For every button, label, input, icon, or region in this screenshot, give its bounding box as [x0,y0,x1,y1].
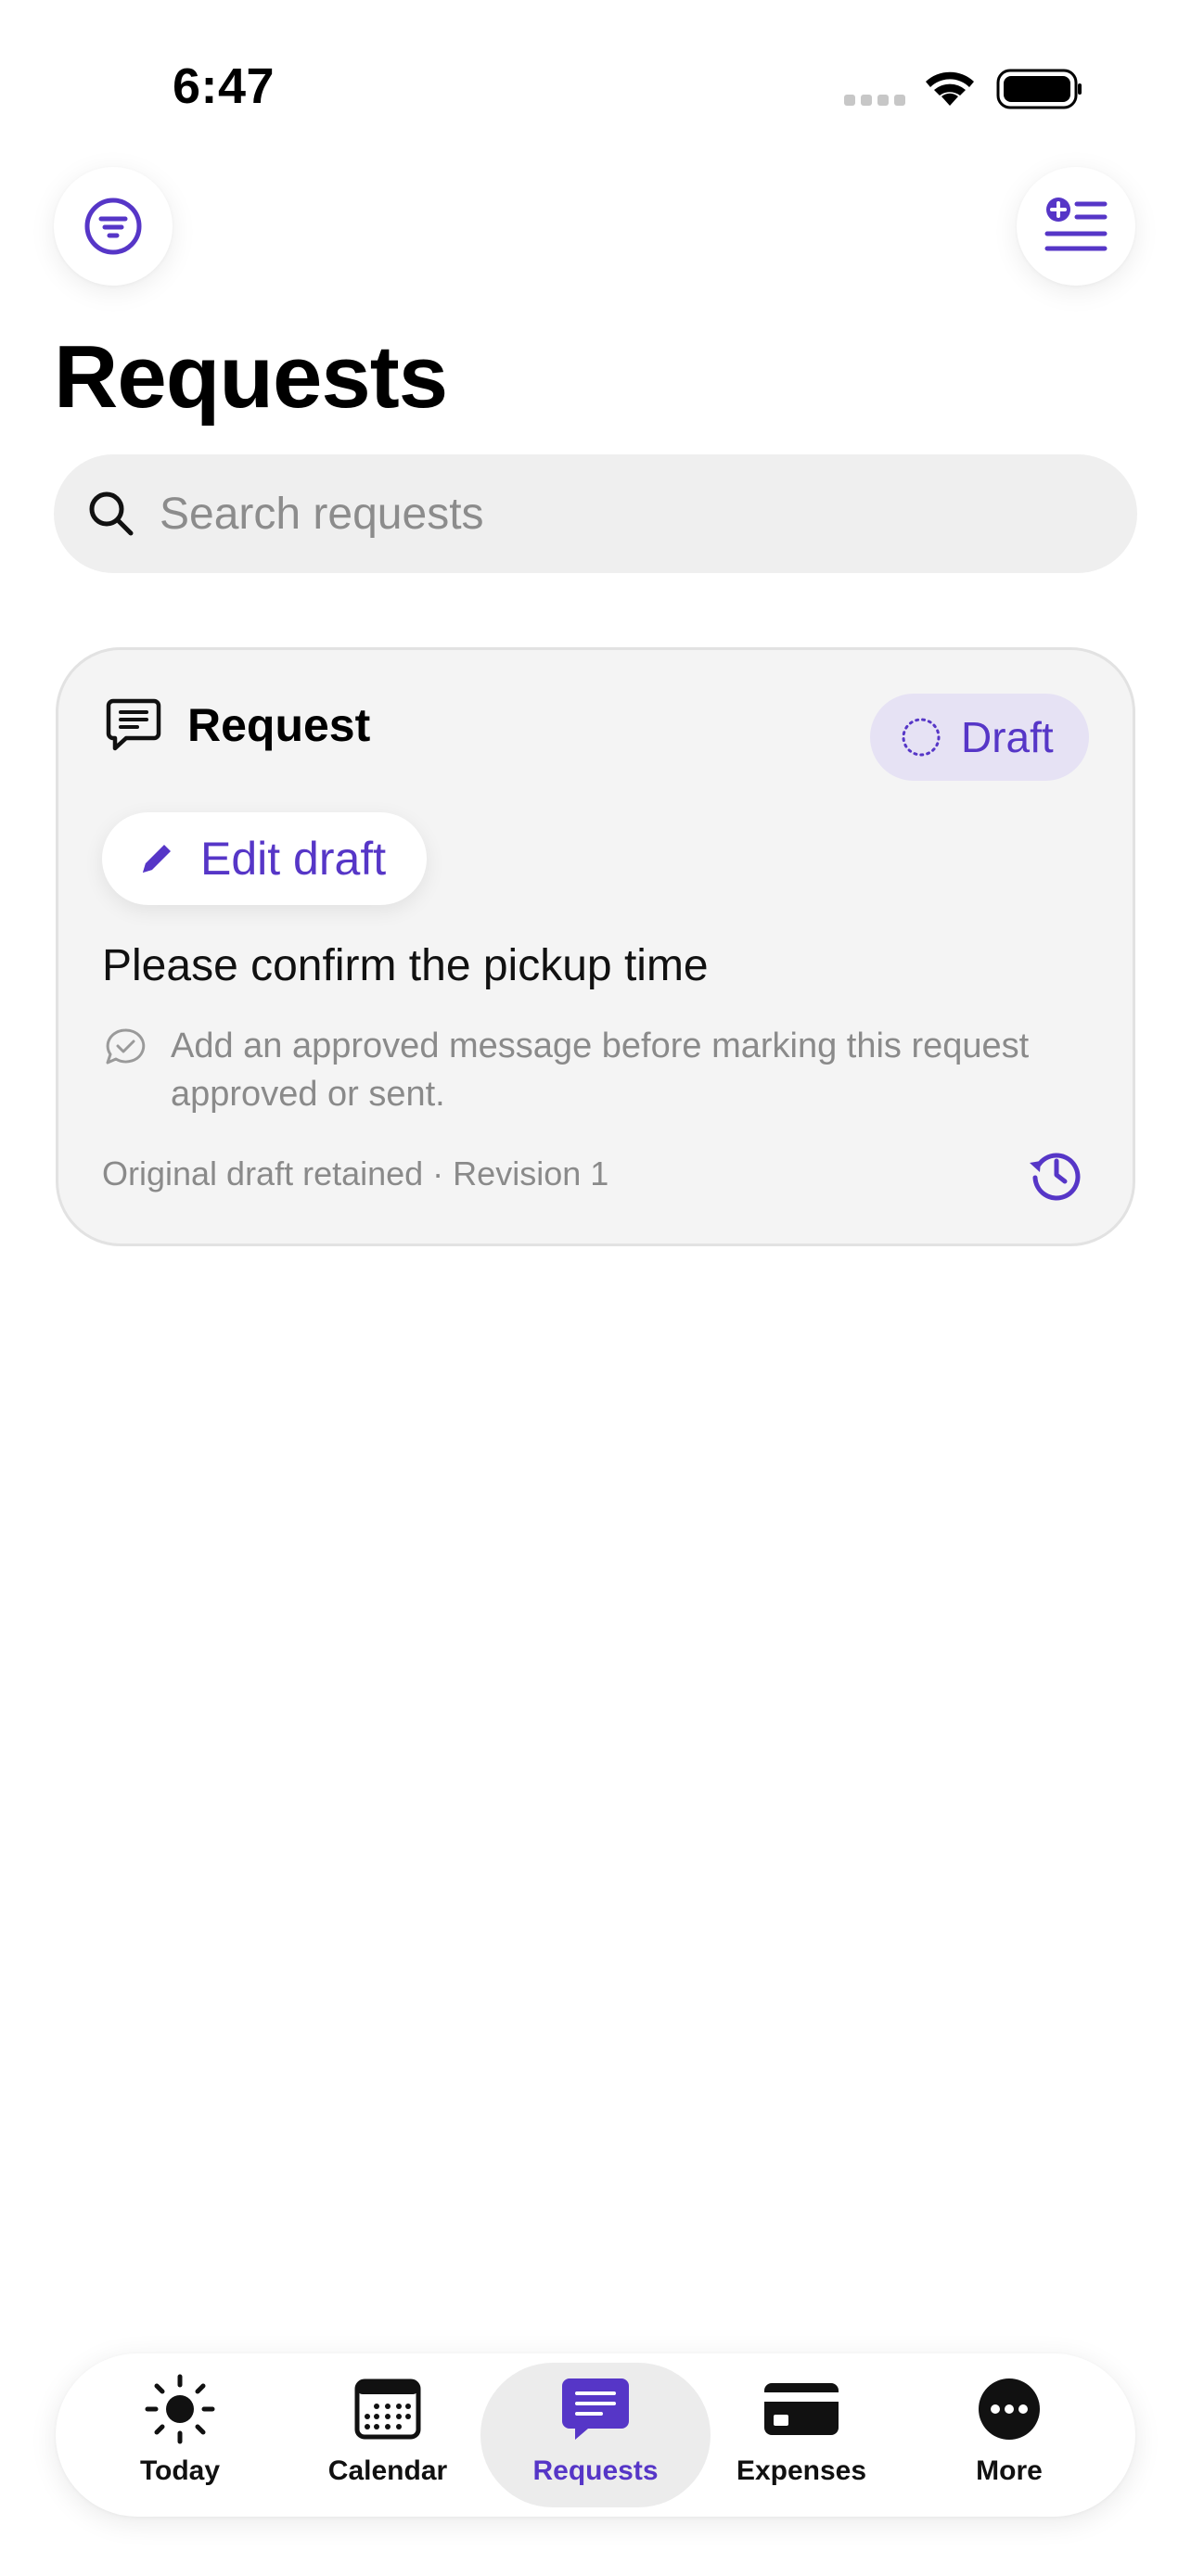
message-icon [106,697,161,756]
dotted-circle-icon [902,718,941,757]
revision-history-button[interactable] [1028,1146,1083,1206]
status-time: 6:47 [173,58,275,114]
credit-card-icon [764,2383,839,2435]
tab-requests-label: Requests [532,2455,659,2486]
calendar-icon [354,2378,421,2440]
page-title: Requests [54,327,448,427]
tab-calendar-label: Calendar [327,2455,448,2486]
status-badge: Draft [870,694,1089,781]
history-icon [1030,1153,1081,1201]
pencil-icon [143,845,171,873]
request-message: Please confirm the pickup time [102,941,709,990]
card-title: Request [187,699,371,751]
search-bar[interactable] [54,454,1137,573]
battery-icon [996,69,1082,109]
add-list-icon [1044,198,1108,251]
tab-expenses-label: Expenses [736,2455,867,2486]
cellular-signal-icon [844,95,905,106]
search-icon [89,491,134,536]
new-request-button[interactable] [1017,167,1135,286]
approval-hint: Add an approved message before marking t… [171,1027,1030,1114]
search-input[interactable] [160,488,1087,540]
sun-icon [145,2374,215,2444]
tab-more-label: More [976,2455,1043,2486]
revision-info: Original draft retained · Revision 1 [102,1154,609,1192]
tab-calendar[interactable]: Calendar [284,2363,492,2507]
tab-requests[interactable]: Requests [480,2363,711,2507]
edit-draft-button[interactable]: Edit draft [102,812,427,905]
tab-expenses[interactable]: Expenses [698,2363,905,2507]
approved-check-icon [104,1027,147,1073]
edit-draft-label: Edit draft [200,833,387,885]
tab-today-label: Today [139,2455,221,2486]
status-badge-label: Draft [961,713,1054,761]
wifi-icon [926,71,974,106]
more-icon [979,2378,1040,2440]
tab-today[interactable]: Today [76,2363,284,2507]
status-indicators [840,65,1082,111]
filter-icon [84,198,142,255]
filter-button[interactable] [54,167,173,286]
tab-more[interactable]: More [905,2363,1113,2507]
message-bubble-icon [562,2378,629,2440]
